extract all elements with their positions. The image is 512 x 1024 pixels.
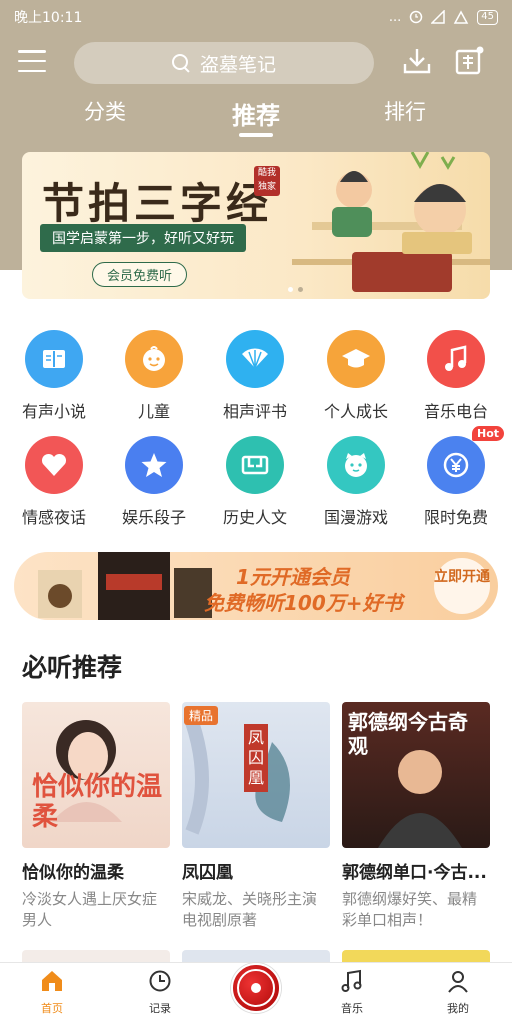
banner-illustration bbox=[292, 152, 490, 292]
cover-title: 凤囚凰 bbox=[244, 724, 268, 792]
cartoon-face-icon bbox=[327, 436, 385, 494]
vip-open-button[interactable]: 立即开通 bbox=[434, 558, 490, 614]
vinyl-icon bbox=[237, 969, 275, 1007]
book-cover: 恰似你的温柔 bbox=[22, 702, 170, 848]
banner-button[interactable]: 会员免费听 bbox=[92, 262, 188, 287]
banner-badge: 酷我独家 bbox=[254, 166, 280, 196]
section-title: 必听推荐 bbox=[22, 653, 123, 682]
search-placeholder: 盗墓笔记 bbox=[199, 53, 276, 76]
category-label: 个人成长 bbox=[323, 402, 388, 421]
banner-pagination bbox=[288, 287, 303, 292]
premium-tag: 精品 bbox=[184, 706, 219, 725]
card-description: 冷淡女人遇上厌女症男人 bbox=[22, 890, 158, 929]
bottom-nav: 首页 记录 音乐 我的 bbox=[0, 962, 512, 1024]
category-label: 娱乐段子 bbox=[121, 508, 186, 527]
clock-icon bbox=[149, 970, 171, 992]
graduation-cap-icon bbox=[327, 330, 385, 388]
category-audio-novel[interactable]: 有声小说 bbox=[4, 330, 104, 422]
nav-label: 记录 bbox=[149, 1002, 171, 1015]
tab-category[interactable]: 分类 bbox=[84, 96, 126, 126]
tab-underline bbox=[239, 133, 273, 137]
category-label: 情感夜话 bbox=[21, 508, 86, 527]
book-icon bbox=[25, 330, 83, 388]
card-title: 郭德纲单口·今古... bbox=[342, 863, 487, 883]
card-title: 凤囚凰 bbox=[182, 863, 233, 883]
category-label: 有声小说 bbox=[21, 402, 86, 421]
fan-icon bbox=[226, 330, 284, 388]
sign-in-icon[interactable] bbox=[454, 46, 484, 76]
music-note-icon bbox=[427, 330, 485, 388]
tab-ranking[interactable]: 排行 bbox=[384, 96, 426, 126]
home-icon bbox=[42, 971, 62, 991]
card-title: 恰似你的温柔 bbox=[22, 863, 124, 883]
nav-label: 我的 bbox=[447, 1002, 469, 1015]
status-bar: 晚上10:11 ... 45 bbox=[0, 0, 512, 34]
recommend-card[interactable]: 恰似你的温柔 恰似你的温柔 冷淡女人遇上厌女症男人 bbox=[22, 702, 170, 931]
category-label: 历史人文 bbox=[222, 508, 287, 527]
category-entertainment[interactable]: 娱乐段子 bbox=[104, 436, 204, 528]
star-icon bbox=[125, 436, 183, 494]
battery-icon: 45 bbox=[477, 9, 498, 25]
category-anime-games[interactable]: 国漫游戏 bbox=[306, 436, 406, 528]
nav-label: 首页 bbox=[41, 1002, 63, 1015]
nav-profile[interactable]: 我的 bbox=[428, 969, 488, 1016]
menu-button[interactable] bbox=[18, 50, 46, 72]
category-history[interactable]: 历史人文 bbox=[205, 436, 305, 528]
book-cover: 郭德纲今古奇观 bbox=[342, 702, 490, 848]
nav-music[interactable]: 音乐 bbox=[322, 969, 382, 1016]
recommend-card[interactable]: 郭德纲今古奇观 郭德纲单口·今古... 郭德纲爆好笑、最精彩单口相声！ bbox=[342, 702, 490, 931]
yen-coin-icon bbox=[427, 436, 485, 494]
status-icons: ... 45 bbox=[388, 9, 498, 25]
nav-label: 音乐 bbox=[341, 1002, 363, 1015]
search-icon bbox=[171, 54, 190, 72]
nav-home[interactable]: 首页 bbox=[22, 969, 82, 1016]
vip-line1: 1元开通会员 bbox=[236, 565, 350, 589]
history-icon bbox=[226, 436, 284, 494]
status-time: 晚上10:11 bbox=[14, 10, 83, 26]
banner-title: 节拍三字经 bbox=[42, 179, 273, 228]
nav-history[interactable]: 记录 bbox=[130, 969, 190, 1016]
hot-badge: Hot bbox=[472, 426, 505, 441]
vip-line2: 免费畅听100万+好书 bbox=[204, 591, 403, 615]
tab-recommend[interactable]: 推荐 bbox=[232, 96, 280, 131]
recommend-card[interactable]: 凤囚凰 精品 凤囚凰 宋威龙、关晓彤主演电视剧原著 bbox=[182, 702, 330, 931]
book-covers-image bbox=[38, 552, 212, 620]
category-limited-free[interactable]: Hot 限时免费 bbox=[406, 426, 506, 528]
card-description: 宋威龙、关晓彤主演电视剧原著 bbox=[182, 890, 318, 929]
promo-banner[interactable]: 节拍三字经 酷我独家 国学启蒙第一步，好听又好玩 会员免费听 bbox=[22, 152, 490, 299]
banner-subtitle: 国学启蒙第一步，好听又好玩 bbox=[40, 224, 246, 252]
baby-icon bbox=[125, 330, 183, 388]
search-bar[interactable]: 盗墓笔记 bbox=[74, 42, 374, 84]
top-header: 盗墓笔记 bbox=[0, 38, 512, 88]
category-label: 音乐电台 bbox=[423, 402, 488, 421]
user-icon bbox=[448, 971, 468, 993]
category-label: 儿童 bbox=[137, 402, 170, 421]
music-note-icon bbox=[341, 969, 362, 992]
cover-title: 恰似你的温柔 bbox=[32, 772, 163, 832]
alarm-icon bbox=[410, 10, 423, 24]
book-cover: 凤囚凰 精品 bbox=[182, 702, 330, 848]
category-growth[interactable]: 个人成长 bbox=[306, 330, 406, 422]
wifi-icon bbox=[454, 10, 469, 24]
category-kids[interactable]: 儿童 bbox=[104, 330, 204, 422]
category-label: 限时免费 bbox=[423, 508, 488, 527]
download-icon[interactable] bbox=[402, 46, 432, 76]
vip-banner[interactable]: 1元开通会员 免费畅听100万+好书 立即开通 bbox=[14, 552, 498, 620]
category-music-radio[interactable]: 音乐电台 bbox=[406, 330, 506, 422]
tab-bar: 分类 推荐 排行 bbox=[0, 96, 512, 140]
category-label: 相声评书 bbox=[222, 402, 287, 421]
heart-icon bbox=[25, 436, 83, 494]
signal-icon bbox=[431, 10, 446, 24]
player-button[interactable] bbox=[231, 963, 281, 1013]
category-crosstalk[interactable]: 相声评书 bbox=[205, 330, 305, 422]
status-dots: ... bbox=[388, 9, 402, 25]
category-label: 国漫游戏 bbox=[323, 508, 388, 527]
category-emotion[interactable]: 情感夜话 bbox=[4, 436, 104, 528]
card-description: 郭德纲爆好笑、最精彩单口相声！ bbox=[342, 890, 478, 929]
cover-title: 郭德纲今古奇观 bbox=[348, 710, 468, 758]
